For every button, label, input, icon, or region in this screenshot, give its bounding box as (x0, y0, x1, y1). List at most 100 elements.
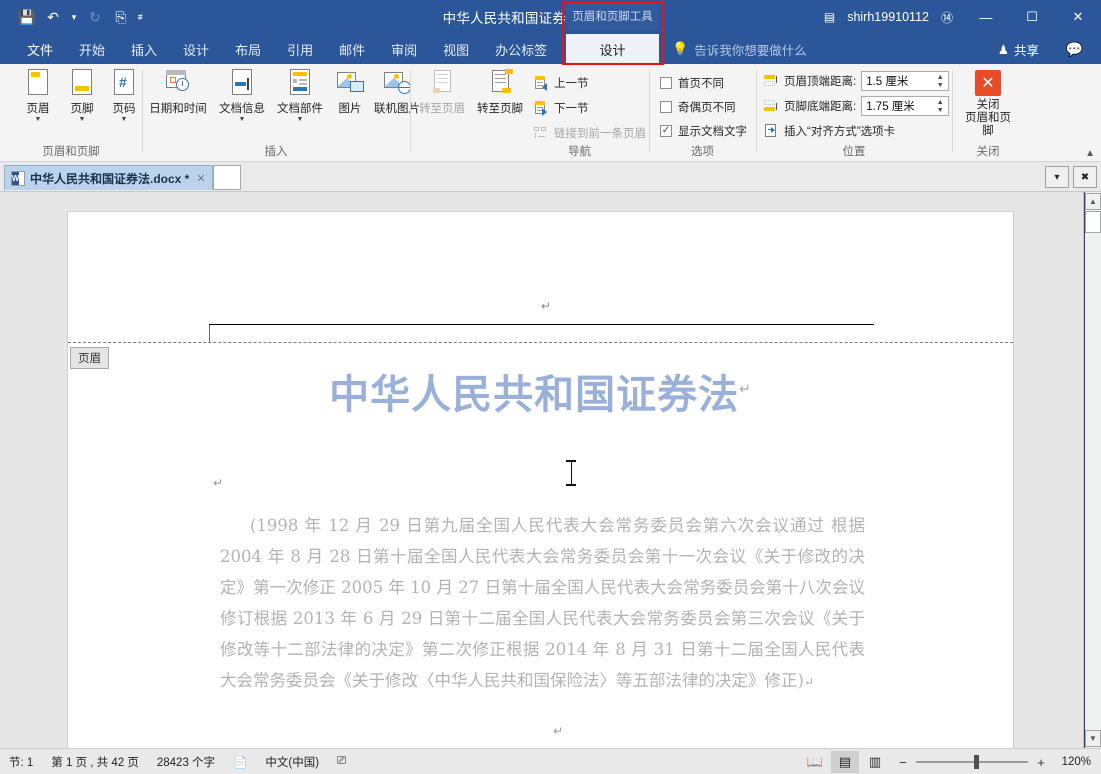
undo-icon[interactable]: ↶ (40, 4, 66, 30)
quick-access-toolbar: 💾 ↶ ▾ ↻ ⎘ ≢ (14, 0, 150, 34)
document-heading-text: 中华人民共和国证券法 (329, 372, 740, 418)
contextual-tools-label: 页眉和页脚工具 (566, 2, 659, 30)
read-mode-button[interactable]: 📖 (801, 751, 829, 773)
macro-record-icon[interactable]: ⎚ (328, 755, 355, 768)
tab-bar-actions: ▾ ✖ (1045, 166, 1097, 188)
zoom-in-button[interactable]: + (1035, 755, 1047, 770)
zoom-level-label[interactable]: 120% (1055, 756, 1097, 768)
new-tab-slot[interactable] (213, 165, 241, 190)
zoom-slider-knob[interactable] (974, 755, 979, 769)
quick-parts-button[interactable]: 文档部件 ▼ (271, 68, 329, 123)
show-document-text-checkbox[interactable]: ✓ 显示文档文字 (660, 120, 747, 141)
checkbox-box (660, 76, 672, 89)
close-button[interactable]: ✕ (1055, 0, 1101, 34)
picture-icon (334, 68, 366, 100)
chevron-down-icon[interactable]: ▼ (121, 116, 128, 123)
status-word-count[interactable]: 28423 个字 (148, 754, 224, 770)
insert-alignment-tab-label: 插入“对齐方式”选项卡 (784, 126, 896, 138)
previous-section-button[interactable]: 上一节 (533, 72, 589, 94)
ribbon-group-insert: 日期和时间 文档信息 ▼ 文档部件 ▼ 图片 联机图片 插入 (143, 64, 420, 161)
ribbon: 页眉 ▼ 页脚 ▼ # 页码 ▼ 页眉和页脚 日期和时间 文档信息 ▼ 文档部件… (0, 64, 1101, 162)
ribbon-display-options-icon[interactable]: ▤ (824, 10, 835, 24)
quick-print-icon[interactable]: ⎘ (108, 4, 134, 30)
different-odd-even-checkbox[interactable]: 奇偶页不同 (660, 96, 736, 117)
different-odd-even-label: 奇偶页不同 (678, 101, 736, 114)
share-button[interactable]: ♟ 共享 (998, 34, 1039, 64)
tab-list-dropdown-button[interactable]: ▾ (1045, 166, 1069, 188)
ribbon-tabs: 文件 开始 插入 设计 布局 引用 邮件 审阅 视图 办公标签 (14, 34, 560, 64)
redo-icon[interactable]: ↻ (82, 4, 108, 30)
tell-me-box[interactable]: 💡 告诉我你想要做什么 (672, 34, 807, 64)
undo-dropdown-icon[interactable]: ▾ (66, 4, 82, 30)
header-from-top-spinner[interactable]: 1.5 厘米 ▲ ▼ (861, 71, 950, 92)
scroll-up-button[interactable]: ▲ (1085, 193, 1101, 210)
go-to-footer-button[interactable]: 转至页脚 (471, 68, 529, 116)
status-language[interactable]: 中文(中国) (256, 754, 328, 770)
zoom-out-button[interactable]: − (897, 755, 909, 770)
chevron-down-icon[interactable]: ▼ (35, 116, 42, 123)
tab-office-labels[interactable]: 办公标签 (482, 34, 560, 64)
body-paragraph-text: (1998 年 12 月 29 日第九届全国人民代表大会常务委员会第六次会议通过… (220, 516, 865, 690)
account-name[interactable]: shirh19910112 (847, 10, 929, 24)
spellcheck-icon[interactable]: 📄 (224, 755, 256, 769)
next-section-label: 下一节 (554, 103, 589, 115)
go-to-header-icon (426, 68, 458, 100)
group-label-insert: 插入 (264, 146, 288, 158)
document-info-button[interactable]: 文档信息 ▼ (213, 68, 271, 123)
web-layout-button[interactable]: ▥ (861, 751, 889, 773)
tab-review[interactable]: 审阅 (378, 34, 430, 64)
tab-mailings[interactable]: 邮件 (326, 34, 378, 64)
pictures-button[interactable]: 图片 (329, 68, 371, 116)
chevron-down-icon[interactable]: ▼ (239, 116, 246, 123)
status-page[interactable]: 第 1 页 , 共 42 页 (42, 754, 148, 770)
close-header-footer-button[interactable]: ✕ 关闭 页眉和页脚 (960, 70, 1016, 138)
collapse-ribbon-icon[interactable]: ▲ (1085, 148, 1095, 159)
insert-alignment-tab-button[interactable]: 插入“对齐方式”选项卡 (763, 120, 895, 142)
trailing-paragraph-mark: ↵ (553, 724, 564, 738)
document-body-paragraph: (1998 年 12 月 29 日第九届全国人民代表大会常务委员会第六次会议通过… (220, 510, 865, 698)
tab-layout[interactable]: 布局 (222, 34, 274, 64)
status-bar-right: 📖 ▤ ▥ − + 120% (801, 749, 1097, 774)
zoom-slider[interactable] (916, 755, 1028, 769)
minimize-button[interactable]: — (963, 0, 1009, 34)
tab-close-button[interactable]: ✖ (1073, 166, 1097, 188)
maximize-button[interactable]: ☐ (1009, 0, 1055, 34)
document-page[interactable]: ↵ 页眉 中华人民共和国证券法↵ ↵ (1998 年 12 月 29 日第九届全… (68, 212, 1013, 748)
spinner-arrows[interactable]: ▲ ▼ (934, 72, 946, 92)
restore-down-icon[interactable]: ⑭ (941, 9, 953, 26)
footer-from-bottom-spinner[interactable]: 1.75 厘米 ▲ ▼ (861, 96, 950, 117)
vertical-scrollbar[interactable]: ▲ ▼ (1083, 192, 1101, 748)
header-icon (22, 68, 54, 100)
close-icon[interactable]: ✕ (196, 172, 205, 185)
comment-icon[interactable]: 💬 (1066, 34, 1083, 64)
doc-tab-securities-law[interactable]: 中华人民共和国证券法.docx * ✕ (4, 165, 213, 190)
scrollbar-thumb[interactable] (1085, 211, 1101, 233)
close-label-line2: 页眉和页脚 (965, 112, 1011, 137)
tab-design[interactable]: 设计 (170, 34, 222, 64)
header-paragraph-mark: ↵ (541, 299, 552, 313)
tab-references[interactable]: 引用 (274, 34, 326, 64)
footer-from-bottom-label: 页脚底端距离: (784, 101, 857, 113)
spinner-arrows[interactable]: ▲ ▼ (934, 97, 946, 117)
quick-parts-button-label: 文档部件 (277, 103, 323, 115)
tab-insert[interactable]: 插入 (118, 34, 170, 64)
tab-view[interactable]: 视图 (430, 34, 482, 64)
go-to-header-button[interactable]: 转至页眉 (413, 68, 471, 116)
chevron-down-icon[interactable]: ▼ (79, 116, 86, 123)
tab-home[interactable]: 开始 (66, 34, 118, 64)
date-time-button[interactable]: 日期和时间 (145, 68, 211, 116)
tab-file[interactable]: 文件 (14, 34, 66, 64)
different-first-page-checkbox[interactable]: 首页不同 (660, 72, 724, 93)
calendar-clock-icon (162, 68, 194, 100)
link-to-previous-button[interactable]: 链接到前一条页眉 (533, 122, 646, 144)
tab-header-footer-design[interactable]: 设计 (566, 34, 659, 64)
scroll-down-button[interactable]: ▼ (1085, 730, 1101, 747)
document-canvas[interactable]: ↵ 页眉 中华人民共和国证券法↵ ↵ (1998 年 12 月 29 日第九届全… (0, 192, 1101, 748)
status-section[interactable]: 节: 1 (0, 754, 42, 770)
next-section-button[interactable]: 下一节 (533, 97, 589, 119)
checkbox-box-checked: ✓ (660, 124, 672, 137)
print-layout-button[interactable]: ▤ (831, 751, 859, 773)
customize-qat-icon[interactable]: ≢ (134, 4, 150, 30)
chevron-down-icon[interactable]: ▼ (297, 116, 304, 123)
save-icon[interactable]: 💾 (14, 4, 40, 30)
